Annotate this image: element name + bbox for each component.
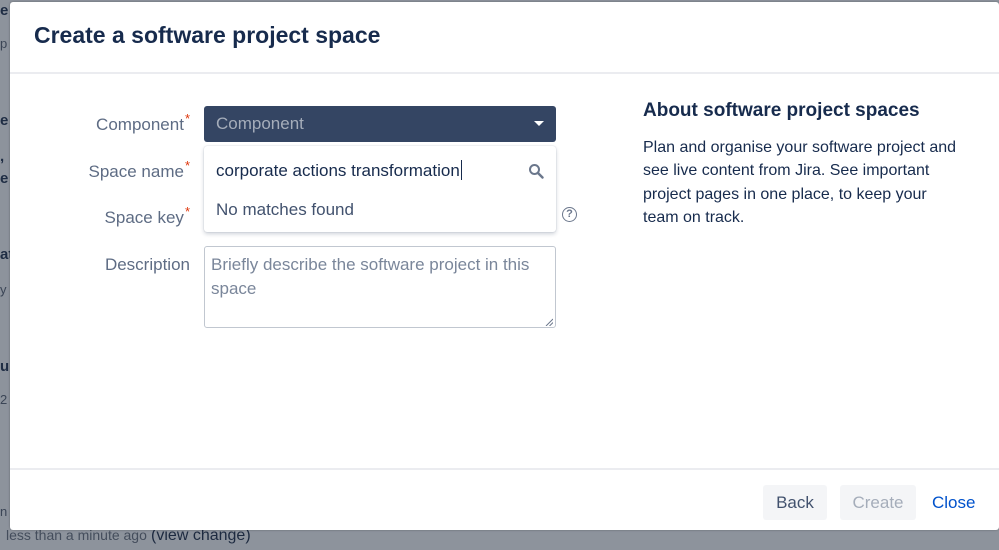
space-key-help-icon[interactable]: ?: [562, 207, 577, 222]
component-select[interactable]: Component: [204, 106, 556, 142]
create-button[interactable]: Create: [840, 485, 916, 520]
dialog-header: Create a software project space: [10, 2, 999, 74]
close-button[interactable]: Close: [922, 485, 978, 520]
component-search-value: corporate actions transformation: [216, 161, 460, 180]
text-caret: [460, 160, 462, 180]
background-text: 2: [0, 392, 8, 407]
chevron-down-icon: [534, 121, 544, 126]
background-text: y: [0, 282, 7, 297]
required-marker: *: [184, 158, 190, 173]
background-text: e: [0, 2, 9, 19]
required-marker: *: [184, 204, 190, 219]
background-text: u: [0, 358, 10, 375]
component-select-value: Component: [216, 114, 304, 133]
space-key-label-text: Space key: [104, 208, 184, 227]
component-label-text: Component: [96, 115, 184, 134]
background-text: n: [0, 504, 8, 519]
component-dropdown: corporate actions transformation No matc…: [204, 146, 556, 232]
dialog-title: Create a software project space: [34, 22, 381, 48]
component-search-input[interactable]: corporate actions transformation: [204, 146, 556, 196]
create-space-dialog: Create a software project space Componen…: [10, 2, 999, 530]
back-button[interactable]: Back: [763, 485, 827, 520]
search-icon: [529, 164, 544, 179]
background-text: e: [0, 170, 9, 187]
about-body: Plan and organise your software project …: [643, 139, 957, 226]
space-form: Component* Component Space name* Space k…: [10, 74, 610, 464]
background-text: ,: [0, 148, 5, 165]
background-text: e: [0, 112, 9, 129]
description-label: Description: [104, 255, 190, 274]
about-panel: About software project spaces Plan and o…: [643, 100, 963, 229]
required-marker: *: [184, 111, 190, 126]
space-name-label-text: Space name: [88, 162, 184, 181]
space-name-label: Space name*: [88, 158, 190, 182]
about-heading: About software project spaces: [643, 100, 920, 121]
dialog-footer: Back Create Close: [10, 468, 999, 530]
resize-grip-icon[interactable]: [545, 318, 553, 326]
no-matches-message: No matches found: [216, 200, 354, 219]
description-textarea[interactable]: [204, 246, 556, 328]
space-key-label: Space key*: [104, 204, 190, 228]
component-label: Component*: [96, 111, 190, 135]
background-text: p: [0, 36, 8, 51]
